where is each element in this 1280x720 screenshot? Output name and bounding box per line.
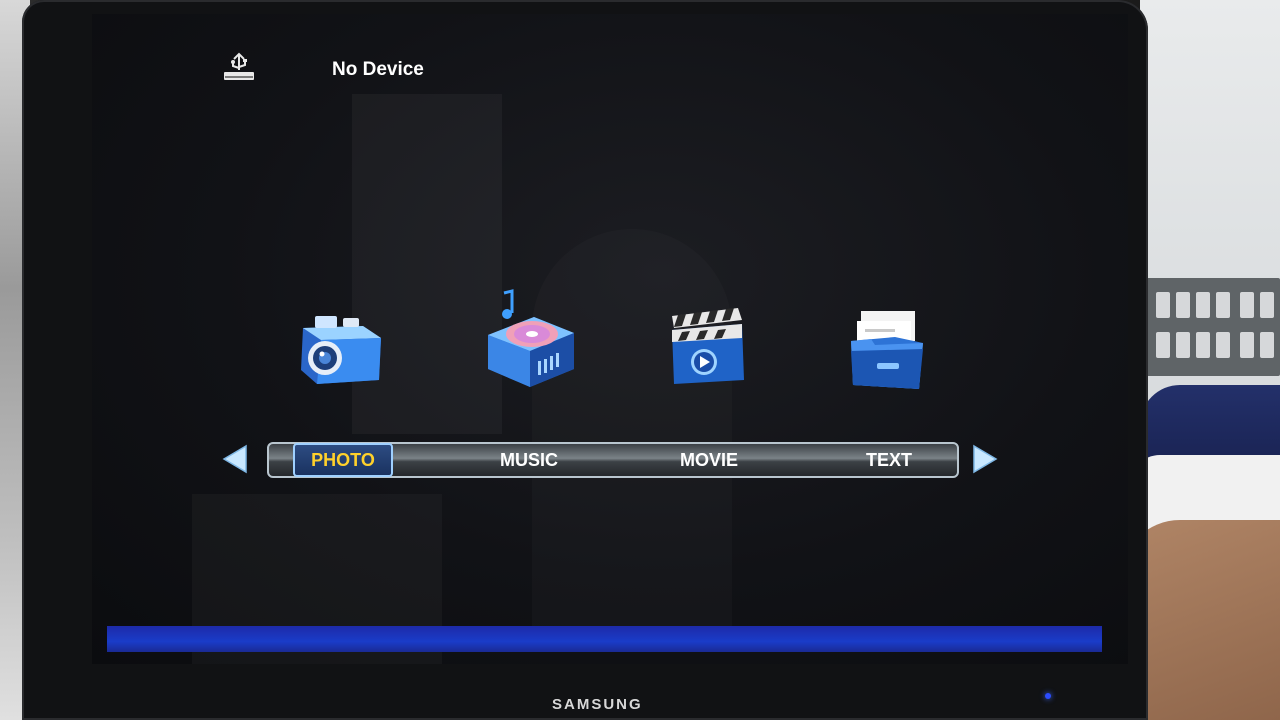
media-menu-bar: PHOTO MUSIC MOVIE TEXT bbox=[267, 442, 959, 478]
bottom-info-bar bbox=[107, 626, 1102, 652]
device-status-label: No Device bbox=[332, 59, 424, 80]
power-led-icon bbox=[1045, 693, 1051, 699]
menu-item-movie[interactable]: MOVIE bbox=[659, 444, 759, 476]
arrow-left-icon[interactable] bbox=[222, 444, 248, 474]
music-player-icon[interactable] bbox=[482, 289, 582, 389]
camera-icon[interactable] bbox=[297, 304, 387, 386]
menu-item-text[interactable]: TEXT bbox=[839, 444, 939, 476]
monitor-brand-logo: SAMSUNG bbox=[552, 696, 643, 713]
wall-switchboard bbox=[1142, 278, 1280, 376]
usb-drive-icon bbox=[224, 52, 254, 80]
document-folder-icon[interactable] bbox=[847, 309, 927, 391]
arrow-right-icon[interactable] bbox=[972, 444, 998, 474]
menu-item-photo[interactable]: PHOTO bbox=[293, 443, 393, 477]
monitor-bezel: No Device PHOTO MUSIC MOVIE TEXT SAMSUNG bbox=[22, 0, 1148, 720]
menu-item-music[interactable]: MUSIC bbox=[479, 444, 579, 476]
clapperboard-icon[interactable] bbox=[668, 304, 748, 384]
tv-screen: No Device PHOTO MUSIC MOVIE TEXT bbox=[92, 14, 1128, 664]
